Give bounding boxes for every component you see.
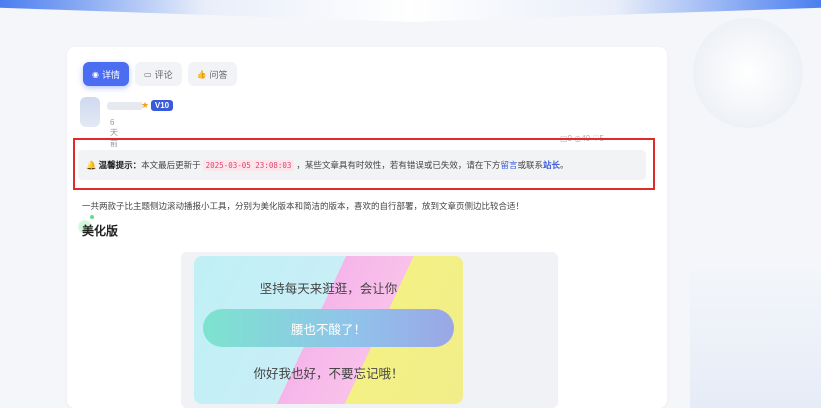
section-heading: 美化版: [82, 224, 119, 238]
red-highlight-box: [73, 138, 655, 190]
tab-details[interactable]: ◉ 详情: [83, 62, 129, 86]
thumb-icon: 👍: [196, 69, 207, 79]
preview-line-1: 坚持每天来逛逛，会让你: [259, 282, 398, 296]
tab-qa-label: 问答: [209, 69, 228, 80]
widget-preview: 坚持每天来逛逛，会让你 腰也不酸了！ 你好我也好，不要忘记哦！: [194, 256, 463, 404]
star-icon: ★: [141, 100, 150, 110]
tab-comments[interactable]: ▭ 评论: [135, 62, 182, 86]
tab-comments-label: 评论: [154, 69, 173, 80]
preview-pill-text: 腰也不酸了！: [290, 322, 366, 337]
comment-icon: ▭: [144, 69, 152, 79]
preview-line-3: 你好我也好，不要忘记哦！: [253, 367, 404, 381]
author-name-blurred[interactable]: [107, 102, 143, 110]
article-intro: 一共两款子比主题侧边滚动播报小工具，分别为美化版本和简洁的版本，喜欢的自行部署，…: [82, 201, 525, 211]
heading-decoration-dot: [90, 215, 94, 219]
article-tabs: ◉ 详情 ▭ 评论 👍 问答: [83, 62, 237, 86]
tab-qa[interactable]: 👍 问答: [187, 62, 237, 86]
avatar[interactable]: [80, 97, 100, 127]
eye-icon: ◉: [92, 69, 99, 79]
tab-details-label: 详情: [101, 69, 120, 80]
level-badge: V10: [151, 100, 173, 111]
background-decoration: [693, 18, 803, 128]
top-gradient-bar: [0, 0, 821, 22]
background-decoration-bottom: [690, 260, 821, 408]
preview-highlight-pill: 腰也不酸了！: [203, 309, 454, 347]
